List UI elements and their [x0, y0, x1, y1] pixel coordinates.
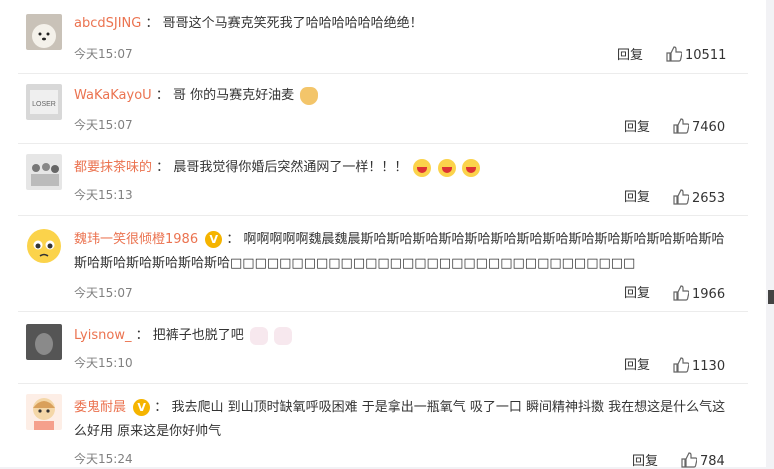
like-count: 2653	[692, 191, 726, 206]
comment-time: 今天15:24	[74, 452, 133, 466]
reply-button[interactable]: 回复	[632, 450, 658, 469]
group-photo-avatar[interactable]	[26, 154, 62, 190]
username-link[interactable]: 委鬼耐晨	[74, 400, 126, 415]
comment-text: abcdSJING ： 哥哥这个马赛克笑死我了哈哈哈哈哈哈绝绝！	[74, 16, 423, 31]
like-button[interactable]: 10511	[666, 46, 726, 63]
comment-list: abcdSJING ： 哥哥这个马赛克笑死我了哈哈哈哈哈哈绝绝！ 今天15:07…	[0, 0, 766, 469]
laugh-emoji-icon	[437, 158, 456, 177]
comment-text: 魏玮一笑很倾橙1986 V ： 啊啊啊啊啊魏晨魏晨斯哈斯哈斯哈斯哈斯哈斯哈斯哈斯…	[74, 231, 725, 271]
svg-text:LOSER: LOSER	[32, 101, 56, 108]
dark-photo-avatar[interactable]	[26, 324, 62, 360]
comment-time: 今天15:07	[74, 47, 133, 61]
thumbs-up-icon	[673, 118, 689, 134]
reply-button[interactable]: 回复	[624, 354, 650, 373]
reply-button[interactable]: 回复	[624, 116, 650, 135]
comment-item: 都要抹茶味的 ： 晨哥我觉得你婚后突然通网了一样！！！ 今天15:13 回复 2…	[0, 144, 766, 216]
thumbs-up-icon	[673, 285, 689, 301]
comment-time: 今天15:07	[74, 286, 133, 300]
cartoon-girl-avatar[interactable]	[26, 394, 62, 430]
laugh-emoji-icon	[461, 158, 480, 177]
dog-avatar[interactable]	[26, 14, 62, 50]
like-count: 1966	[692, 287, 726, 302]
reply-button[interactable]: 回复	[624, 186, 650, 205]
username-link[interactable]: Lyisnow_	[74, 328, 131, 343]
like-button[interactable]: 2653	[673, 189, 725, 206]
username-link[interactable]: abcdSJING	[74, 16, 141, 31]
comment-item: abcdSJING ： 哥哥这个马赛克笑死我了哈哈哈哈哈哈绝绝！ 今天15:07…	[0, 0, 766, 74]
comment-item: 委鬼耐晨 V ： 我去爬山 到山顶时缺氧呼吸困难 于是拿出一瓶氧气 吸了一口 瞬…	[0, 384, 766, 469]
username-link[interactable]: 都要抹茶味的	[74, 160, 152, 175]
comment-item: LOSER WaKaKayoU ： 哥 你的马赛克好油麦 今天15:07 回复 …	[0, 74, 766, 144]
username-link[interactable]: 魏玮一笑很倾橙1986	[74, 232, 198, 247]
bunny-emoji-icon	[249, 326, 268, 345]
verified-badge-icon: V	[133, 399, 151, 416]
comment-body: 我去爬山 到山顶时缺氧呼吸困难 于是拿出一瓶氧气 吸了一口 瞬间精神抖擞 我在想…	[74, 400, 726, 439]
comment-body: 晨哥我觉得你婚后突然通网了一样！！！	[173, 160, 408, 175]
comment-body: 哥 你的马赛克好油麦	[172, 88, 295, 103]
laugh-emoji-icon	[413, 158, 432, 177]
comment-text: 委鬼耐晨 V ： 我去爬山 到山顶时缺氧呼吸困难 于是拿出一瓶氧气 吸了一口 瞬…	[74, 399, 726, 439]
like-button[interactable]: 7460	[673, 118, 725, 135]
comment-time: 今天15:07	[74, 118, 133, 132]
like-button[interactable]: 784	[681, 452, 725, 469]
comment-item: 魏玮一笑很倾橙1986 V ： 啊啊啊啊啊魏晨魏晨斯哈斯哈斯哈斯哈斯哈斯哈斯哈斯…	[0, 216, 766, 312]
comment-time: 今天15:10	[74, 356, 133, 370]
thumbs-up-icon	[673, 189, 689, 205]
comment-body: 哥哥这个马赛克笑死我了哈哈哈哈哈哈绝绝！	[162, 16, 423, 31]
like-count: 7460	[692, 120, 726, 135]
like-button[interactable]: 1966	[673, 285, 725, 302]
scrollbar[interactable]	[766, 0, 774, 467]
comment-text: Lyisnow_ ： 把裤子也脱了吧	[74, 324, 734, 348]
like-count: 10511	[685, 48, 727, 63]
comment-body: 把裤子也脱了吧	[152, 328, 244, 343]
crying-emoji-avatar[interactable]	[26, 228, 62, 264]
comment-text: 都要抹茶味的 ： 晨哥我觉得你婚后突然通网了一样！！！	[74, 156, 734, 180]
comment-time: 今天15:13	[74, 188, 133, 202]
reply-button[interactable]: 回复	[617, 44, 643, 63]
loser-avatar[interactable]: LOSER	[26, 84, 62, 120]
verified-badge-icon: V	[205, 231, 223, 248]
like-button[interactable]: 1130	[673, 357, 725, 374]
scrollbar-thumb[interactable]	[768, 290, 774, 304]
doge-emoji-icon	[300, 86, 319, 105]
comment-text: WaKaKayoU ： 哥 你的马赛克好油麦	[74, 84, 734, 108]
thumbs-up-icon	[666, 46, 682, 62]
thumbs-up-icon	[681, 452, 697, 468]
thumbs-up-icon	[673, 357, 689, 373]
reply-button[interactable]: 回复	[624, 282, 650, 301]
username-link[interactable]: WaKaKayoU	[74, 88, 152, 103]
comment-item: Lyisnow_ ： 把裤子也脱了吧 今天15:10 回复 1130	[0, 312, 766, 384]
like-count: 1130	[692, 359, 726, 374]
bunny-emoji-icon	[274, 326, 293, 345]
